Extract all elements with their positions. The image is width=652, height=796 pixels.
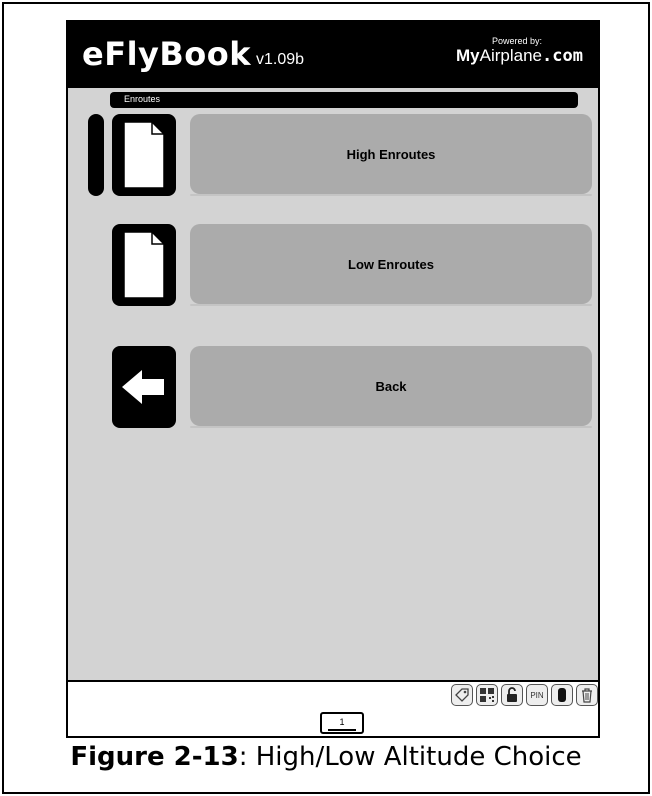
brand-strong: My [456, 46, 480, 65]
page-indicator[interactable]: 1 [320, 712, 364, 734]
low-enroutes-button[interactable]: Low Enroutes [190, 224, 592, 306]
pin-icon[interactable]: PIN [526, 684, 548, 706]
low-enroutes-icon-button[interactable] [112, 224, 176, 306]
high-enroutes-button[interactable]: High Enroutes [190, 114, 592, 196]
caption-text: : High/Low Altitude Choice [238, 742, 582, 772]
app-version: v1.09b [256, 51, 305, 68]
back-icon-button[interactable] [112, 346, 176, 428]
high-enroutes-label: High Enroutes [346, 146, 436, 162]
selection-indicator [88, 114, 104, 196]
low-enroutes-label: Low Enroutes [348, 256, 434, 272]
figure-caption: Figure 2-13: High/Low Altitude Choice [4, 742, 648, 772]
brand-suffix: .com [542, 46, 583, 66]
powered-by-block: Powered by: MyAirplane.com [456, 36, 586, 66]
app-header: eFlyBook v1.09b Powered by: MyAirplane.c… [68, 22, 598, 88]
document-icon [123, 231, 165, 299]
app-title: eFlyBook [82, 35, 252, 73]
high-enroutes-icon-button[interactable] [112, 114, 176, 196]
caption-label: Figure 2-13 [70, 742, 239, 772]
figure-frame: eFlyBook v1.09b Powered by: MyAirplane.c… [2, 2, 650, 794]
device-screen: eFlyBook v1.09b Powered by: MyAirplane.c… [66, 20, 600, 738]
powered-by-label: Powered by: [492, 36, 543, 46]
brand-light: Airplane [479, 46, 542, 65]
back-arrow-icon [122, 370, 164, 404]
document-icon [123, 121, 165, 189]
back-button[interactable]: Back [190, 346, 592, 428]
tag-icon[interactable] [451, 684, 473, 706]
battery-icon [551, 684, 573, 706]
qr-icon[interactable] [476, 684, 498, 706]
pin-label: PIN [530, 690, 544, 700]
back-label: Back [375, 378, 407, 394]
main-content: Enroutes High Enroutes Low Enroutes Back [68, 88, 598, 684]
status-icon-tray: PIN [451, 684, 598, 706]
brand-logo: MyAirplane.com [456, 46, 586, 66]
page-number: 1 [339, 717, 345, 727]
section-title: Enroutes [124, 94, 161, 104]
lock-icon[interactable] [501, 684, 523, 706]
footer-bar: PIN 1 [68, 680, 598, 736]
section-title-bar: Enroutes [110, 92, 578, 108]
trash-icon[interactable] [576, 684, 598, 706]
